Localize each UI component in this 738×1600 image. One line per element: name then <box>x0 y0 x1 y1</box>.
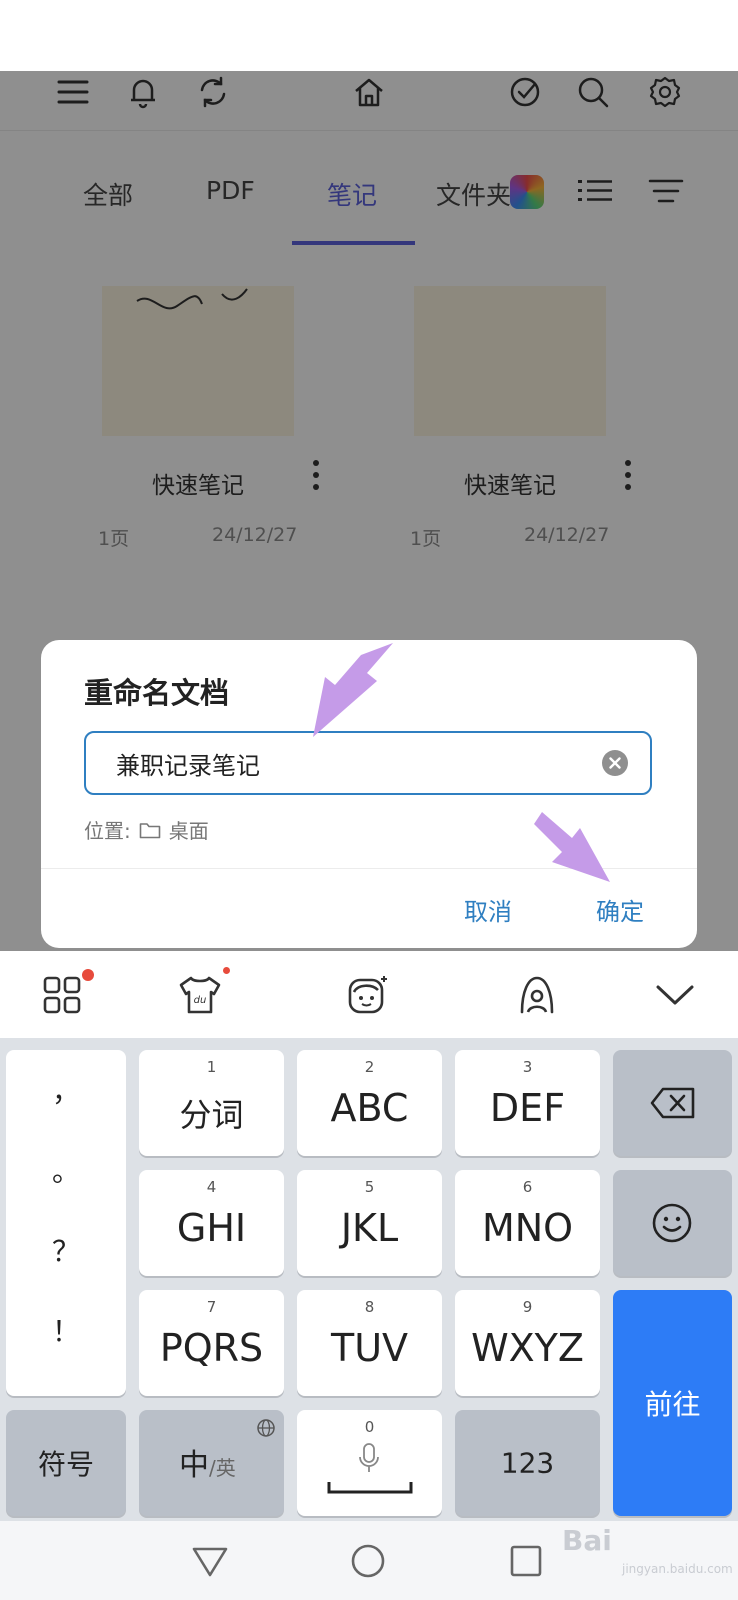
keyboard-toolbar: du <box>0 951 738 1038</box>
key-label: ABC <box>330 1086 409 1130</box>
cancel-button[interactable]: 取消 <box>464 892 512 927</box>
numbers-key[interactable]: 123 <box>455 1410 600 1516</box>
punctuation-key[interactable]: ？ <box>6 1230 126 1270</box>
globe-icon <box>257 1419 275 1437</box>
backspace-key[interactable] <box>613 1050 732 1156</box>
tutorial-arrow-icon <box>534 812 610 882</box>
smiley-icon <box>652 1203 692 1243</box>
key-label: PQRS <box>159 1326 264 1370</box>
key-label: TUV <box>330 1326 409 1370</box>
notification-dot <box>82 969 94 981</box>
t9-keyboard: ， 。 ？ ！ 1 分词 2 ABC 3 DEF 4 GHI 5 JKL 6 M… <box>0 1038 738 1521</box>
save-location: 位置: 桌面 <box>84 815 209 844</box>
key-number: 2 <box>364 1058 375 1076</box>
watermark-logo: Bai <box>562 1524 612 1557</box>
emoji-sticker-icon[interactable] <box>339 967 395 1023</box>
location-label: 位置: <box>84 819 131 843</box>
system-nav-bar <box>0 1521 738 1600</box>
language-label: 中/英 <box>179 1440 236 1484</box>
emoji-key[interactable] <box>613 1170 732 1276</box>
collapse-keyboard-icon[interactable] <box>647 967 703 1023</box>
watermark-url: jingyan.baidu.com <box>622 1562 733 1576</box>
key-number: 6 <box>522 1178 533 1196</box>
tutorial-arrow-icon <box>313 643 393 737</box>
key-number: 1 <box>206 1058 217 1076</box>
punctuation-key[interactable]: ！ <box>6 1310 126 1350</box>
symbols-key[interactable]: 符号 <box>6 1410 126 1516</box>
key-number: 7 <box>206 1298 217 1316</box>
key-label: JKL <box>340 1206 399 1250</box>
key-2-abc[interactable]: 2 ABC <box>297 1050 442 1156</box>
key-4-ghi[interactable]: 4 GHI <box>139 1170 284 1276</box>
punctuation-key[interactable]: ， <box>6 1070 126 1110</box>
space-bar-icon <box>327 1482 413 1494</box>
space-key[interactable]: 0 <box>297 1410 442 1516</box>
recents-square-icon[interactable] <box>504 1539 548 1583</box>
punctuation-key[interactable]: 。 <box>6 1150 126 1190</box>
folder-icon <box>139 822 161 838</box>
clear-text-icon[interactable] <box>602 750 628 776</box>
location-value[interactable]: 桌面 <box>169 815 209 844</box>
key-9-wxyz[interactable]: 9 WXYZ <box>455 1290 600 1396</box>
backspace-icon <box>650 1087 695 1119</box>
key-1-segment[interactable]: 1 分词 <box>139 1050 284 1156</box>
punctuation-column[interactable]: ， 。 ？ ！ <box>6 1050 126 1396</box>
back-triangle-icon[interactable] <box>188 1539 232 1583</box>
key-label: WXYZ <box>471 1326 584 1370</box>
key-number: 0 <box>364 1418 375 1436</box>
microphone-icon <box>359 1443 379 1472</box>
key-label: MNO <box>481 1206 574 1250</box>
key-label: 分词 <box>179 1096 244 1134</box>
assistant-icon[interactable] <box>509 967 565 1023</box>
key-8-tuv[interactable]: 8 TUV <box>297 1290 442 1396</box>
skin-shirt-icon[interactable]: du <box>172 967 228 1023</box>
home-circle-icon[interactable] <box>346 1539 390 1583</box>
dialog-title: 重命名文档 <box>84 676 230 710</box>
numbers-key-label: 123 <box>500 1446 555 1480</box>
key-label: DEF <box>489 1086 566 1130</box>
key-number: 4 <box>206 1178 217 1196</box>
go-key[interactable]: 前往 <box>613 1290 732 1516</box>
notification-dot <box>223 967 230 974</box>
status-bar-area <box>0 0 738 71</box>
key-label: GHI <box>176 1206 247 1250</box>
key-number: 8 <box>364 1298 375 1316</box>
key-7-pqrs[interactable]: 7 PQRS <box>139 1290 284 1396</box>
key-number: 5 <box>364 1178 375 1196</box>
lang-main: 中 <box>179 1448 209 1483</box>
go-key-label: 前往 <box>644 1388 701 1421</box>
language-switch-key[interactable]: 中/英 <box>139 1410 284 1516</box>
svg-text:du: du <box>194 995 207 1006</box>
symbols-key-label: 符号 <box>37 1448 94 1481</box>
key-number: 3 <box>522 1058 533 1076</box>
key-6-mno[interactable]: 6 MNO <box>455 1170 600 1276</box>
key-5-jkl[interactable]: 5 JKL <box>297 1170 442 1276</box>
key-number: 9 <box>522 1298 533 1316</box>
lang-alt: /英 <box>209 1456 236 1480</box>
key-3-def[interactable]: 3 DEF <box>455 1050 600 1156</box>
confirm-button[interactable]: 确定 <box>596 892 644 927</box>
